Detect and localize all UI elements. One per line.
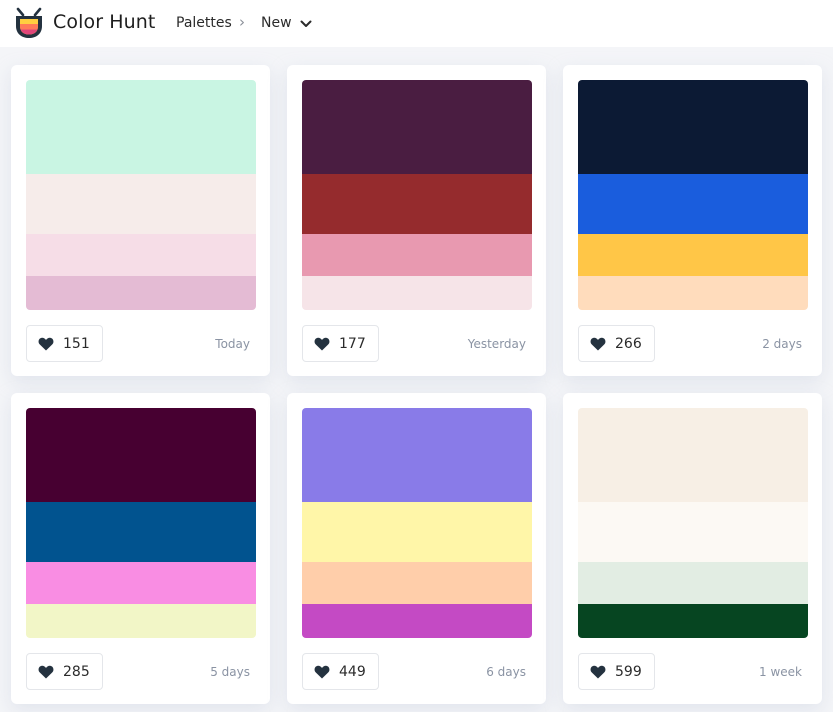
color-band[interactable]	[26, 174, 256, 234]
palette-swatch[interactable]	[26, 80, 256, 310]
like-count: 151	[63, 335, 90, 352]
like-button[interactable]: 449	[302, 653, 379, 690]
color-band[interactable]	[578, 174, 808, 234]
palette-card: 151 Today	[11, 65, 270, 376]
sort-dropdown-label: New	[261, 15, 292, 31]
like-button[interactable]: 177	[302, 325, 379, 362]
color-band[interactable]	[578, 562, 808, 604]
palette-date: 6 days	[486, 665, 526, 679]
color-band[interactable]	[578, 80, 808, 174]
color-band[interactable]	[302, 502, 532, 562]
heart-icon	[590, 337, 606, 350]
breadcrumb-separator: ›	[239, 13, 245, 31]
palette-date: 2 days	[762, 337, 802, 351]
palette-date: Yesterday	[467, 337, 526, 351]
like-button[interactable]: 285	[26, 653, 103, 690]
like-button[interactable]: 599	[578, 653, 655, 690]
palette-card: 599 1 week	[563, 393, 822, 704]
palette-swatch[interactable]	[578, 408, 808, 638]
color-band[interactable]	[578, 408, 808, 502]
color-band[interactable]	[578, 234, 808, 276]
like-count: 449	[339, 663, 366, 680]
color-band[interactable]	[578, 276, 808, 310]
palette-date: 1 week	[759, 665, 802, 679]
heart-icon	[314, 337, 330, 350]
palette-swatch[interactable]	[578, 80, 808, 310]
color-band[interactable]	[26, 276, 256, 310]
heart-icon	[590, 665, 606, 678]
brand-name[interactable]: Color Hunt	[53, 11, 155, 33]
like-button[interactable]: 266	[578, 325, 655, 362]
color-band[interactable]	[302, 80, 532, 174]
breadcrumb-palettes-link[interactable]: Palettes	[176, 15, 232, 31]
palette-date: 5 days	[210, 665, 250, 679]
color-band[interactable]	[26, 234, 256, 276]
palette-card: 177 Yesterday	[287, 65, 546, 376]
color-band[interactable]	[578, 604, 808, 638]
heart-icon	[314, 665, 330, 678]
color-band[interactable]	[26, 80, 256, 174]
color-band[interactable]	[302, 174, 532, 234]
palette-card: 266 2 days	[563, 65, 822, 376]
palette-card: 285 5 days	[11, 393, 270, 704]
color-band[interactable]	[26, 408, 256, 502]
color-band[interactable]	[26, 604, 256, 638]
heart-icon	[38, 665, 54, 678]
palette-date: Today	[215, 337, 250, 351]
like-count: 266	[615, 335, 642, 352]
palette-card: 449 6 days	[287, 393, 546, 704]
color-band[interactable]	[26, 502, 256, 562]
color-band[interactable]	[302, 408, 532, 502]
color-band[interactable]	[302, 234, 532, 276]
heart-icon	[38, 337, 54, 350]
color-band[interactable]	[302, 604, 532, 638]
like-count: 177	[339, 335, 366, 352]
palette-swatch[interactable]	[26, 408, 256, 638]
like-count: 599	[615, 663, 642, 680]
color-band[interactable]	[302, 562, 532, 604]
palette-swatch[interactable]	[302, 408, 532, 638]
color-band[interactable]	[26, 562, 256, 604]
color-band[interactable]	[302, 276, 532, 310]
chevron-down-icon	[300, 20, 312, 27]
top-header: Color Hunt Palettes › New	[0, 0, 833, 47]
palette-swatch[interactable]	[302, 80, 532, 310]
like-count: 285	[63, 663, 90, 680]
color-band[interactable]	[578, 502, 808, 562]
like-button[interactable]: 151	[26, 325, 103, 362]
sort-dropdown[interactable]: New	[261, 15, 312, 31]
color-hunt-logo-icon[interactable]	[14, 7, 44, 39]
